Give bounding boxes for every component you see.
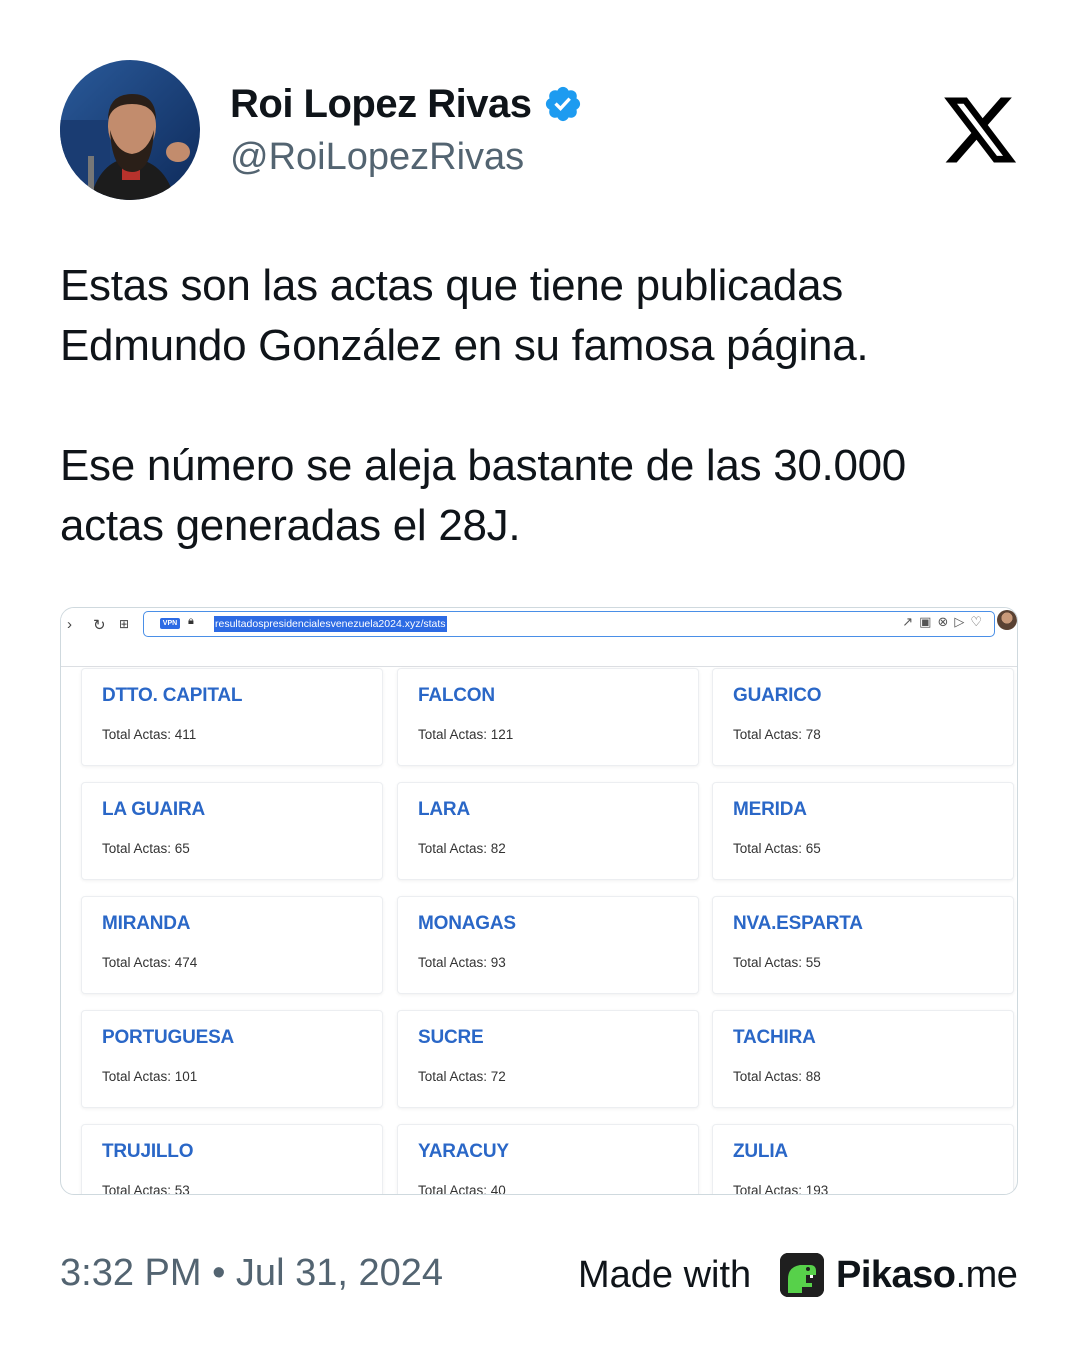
state-card[interactable]: TACHIRA Total Actas: 88 [712,1010,1014,1108]
state-count: Total Actas: 78 [733,727,821,742]
state-count: Total Actas: 88 [733,1069,821,1084]
state-name[interactable]: TRUJILLO [102,1141,193,1163]
state-name[interactable]: FALCON [418,685,495,707]
back-icon[interactable]: › [67,616,72,633]
state-name[interactable]: TACHIRA [733,1027,816,1049]
state-card[interactable]: PORTUGUESA Total Actas: 101 [81,1010,383,1108]
profile-avatar[interactable] [997,610,1017,630]
author-handle[interactable]: @RoiLopezRivas [230,136,524,179]
author-avatar[interactable] [60,60,200,200]
state-name[interactable]: DTTO. CAPITAL [102,685,242,707]
state-card[interactable]: ZULIA Total Actas: 193 [712,1124,1014,1195]
state-count: Total Actas: 55 [733,955,821,970]
state-card[interactable]: FALCON Total Actas: 121 [397,668,699,766]
state-name[interactable]: MIRANDA [102,913,191,935]
close-circle-icon[interactable]: ⊗ [937,614,954,629]
state-card[interactable]: MERIDA Total Actas: 65 [712,782,1014,880]
state-card[interactable]: LA GUAIRA Total Actas: 65 [81,782,383,880]
state-count: Total Actas: 121 [418,727,514,742]
state-card[interactable]: NVA.ESPARTA Total Actas: 55 [712,896,1014,994]
tabs-icon[interactable]: ⊞ [119,617,129,631]
send-icon[interactable]: ▷ [954,614,970,629]
camera-icon[interactable]: ▣ [919,614,937,629]
state-card[interactable]: GUARICO Total Actas: 78 [712,668,1014,766]
state-name[interactable]: LARA [418,799,470,821]
author-name[interactable]: Roi Lopez Rivas [230,82,532,127]
state-name[interactable]: LA GUAIRA [102,799,205,821]
pikaso-brand-bold: Pikaso [836,1254,956,1296]
tweet-timestamp[interactable]: 3:32 PM • Jul 31, 2024 [60,1252,443,1295]
pikaso-brand-suffix: .me [955,1254,1018,1296]
state-name[interactable]: PORTUGUESA [102,1027,234,1049]
vpn-badge[interactable]: VPN [160,618,180,629]
state-card[interactable]: MIRANDA Total Actas: 474 [81,896,383,994]
state-name[interactable]: YARACUY [418,1141,509,1163]
author-name-row: Roi Lopez Rivas [230,80,583,128]
state-count: Total Actas: 193 [733,1183,829,1195]
state-card[interactable]: TRUJILLO Total Actas: 53 [81,1124,383,1195]
pikaso-brand[interactable]: Pikaso.me [836,1254,1018,1297]
state-card[interactable]: SUCRE Total Actas: 72 [397,1010,699,1108]
state-name[interactable]: MERIDA [733,799,807,821]
state-count: Total Actas: 53 [102,1183,190,1195]
state-card[interactable]: YARACUY Total Actas: 40 [397,1124,699,1195]
made-with-label: Made with [578,1254,752,1296]
address-bar[interactable]: VPN 🔒︎ resultadospresidencialesvenezuela… [143,611,995,637]
state-count: Total Actas: 72 [418,1069,506,1084]
tweet-paragraph: Ese número se aleja bastante de las 30.0… [60,441,906,550]
state-card[interactable]: LARA Total Actas: 82 [397,782,699,880]
state-count: Total Actas: 65 [733,841,821,856]
state-card[interactable]: MONAGAS Total Actas: 93 [397,896,699,994]
heart-icon[interactable]: ♡ [970,614,988,629]
tweet-media-image[interactable]: › ↻ ⊞ VPN 🔒︎ resultadospresidencialesven… [60,607,1018,1195]
tweet-paragraph: Estas son las actas que tiene publicadas… [60,261,869,370]
tweet-text: Estas son las actas que tiene publicadas… [60,256,1020,556]
state-name[interactable]: ZULIA [733,1141,788,1163]
state-count: Total Actas: 93 [418,955,506,970]
state-card[interactable]: DTTO. CAPITAL Total Actas: 411 [81,668,383,766]
share-icon[interactable]: ↗ [902,614,919,629]
state-name[interactable]: MONAGAS [418,913,516,935]
url-text[interactable]: resultadospresidencialesvenezuela2024.xy… [214,616,447,632]
state-name[interactable]: SUCRE [418,1027,484,1049]
state-name[interactable]: GUARICO [733,685,822,707]
state-count: Total Actas: 101 [102,1069,198,1084]
pikaso-dino-icon[interactable] [780,1253,824,1297]
state-count: Total Actas: 411 [102,727,197,742]
address-actions: ↗▣⊗▷♡ [902,614,988,630]
lock-icon: 🔒︎ [188,615,194,627]
browser-toolbar: › ↻ ⊞ VPN 🔒︎ resultadospresidencialesven… [61,608,1017,667]
state-count: Total Actas: 65 [102,841,190,856]
avatar-image [60,60,200,200]
reload-icon[interactable]: ↻ [93,616,106,634]
state-count: Total Actas: 82 [418,841,506,856]
state-name[interactable]: NVA.ESPARTA [733,913,863,935]
x-logo-icon[interactable] [940,90,1020,170]
verified-badge-icon [546,86,581,122]
state-count: Total Actas: 40 [418,1183,506,1195]
state-count: Total Actas: 474 [102,955,198,970]
